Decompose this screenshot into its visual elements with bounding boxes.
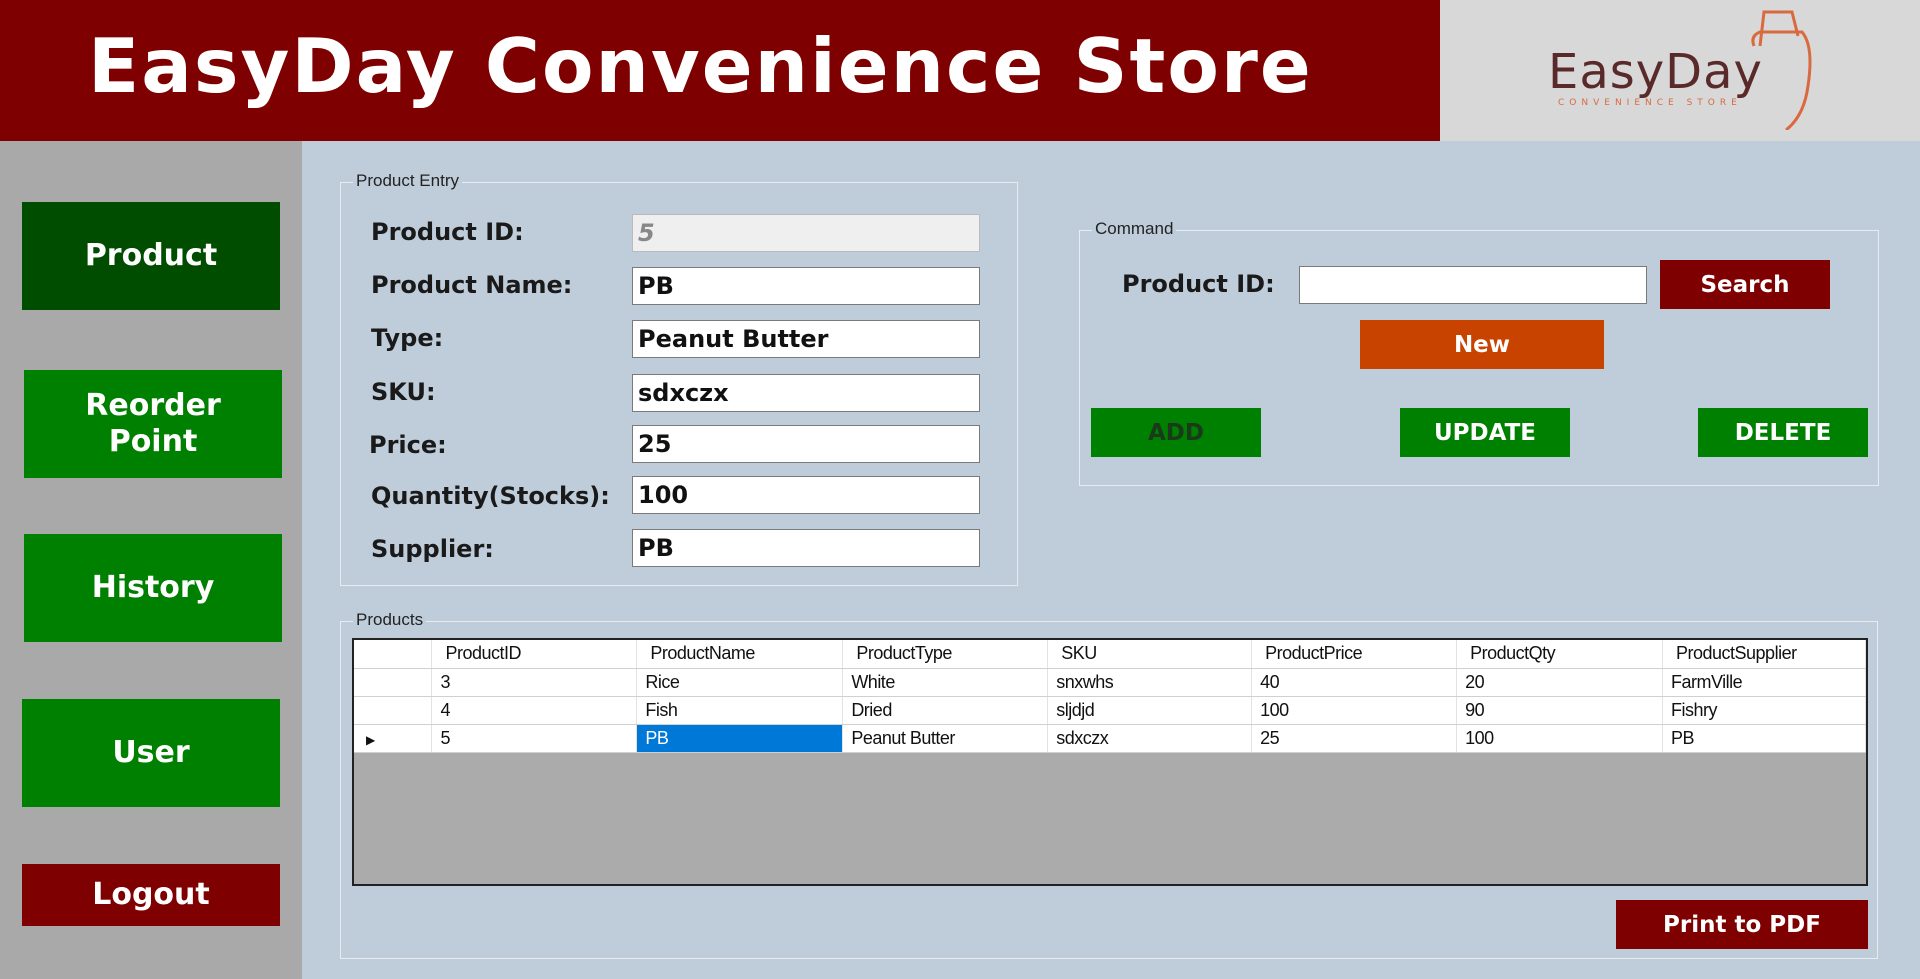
table-cell-selected[interactable]: PB [636, 724, 844, 753]
table-row[interactable]: 3 Rice White snxwhs 40 20 FarmVille [354, 668, 1866, 697]
column-header[interactable]: ProductID [431, 640, 638, 669]
table-cell[interactable]: FarmVille [1662, 668, 1866, 697]
quantity-field[interactable] [632, 476, 980, 514]
type-label: Type: [371, 324, 444, 352]
print-to-pdf-button[interactable]: Print to PDF [1616, 900, 1868, 949]
logout-button[interactable]: Logout [22, 864, 280, 926]
supplier-label: Supplier: [371, 535, 494, 563]
table-cell[interactable]: 100 [1251, 696, 1458, 725]
table-cell[interactable]: snxwhs [1047, 668, 1253, 697]
type-field[interactable] [632, 320, 980, 358]
product-id-label: Product ID: [371, 218, 524, 246]
table-cell[interactable]: 100 [1456, 724, 1663, 753]
table-cell[interactable]: 20 [1456, 668, 1663, 697]
column-header[interactable]: SKU [1047, 640, 1253, 669]
product-name-field[interactable] [632, 267, 980, 305]
logo-text: EasyDay [1548, 44, 1763, 100]
product-name-label: Product Name: [371, 271, 573, 299]
table-cell[interactable]: 3 [431, 668, 638, 697]
column-header[interactable]: ProductType [842, 640, 1049, 669]
price-field[interactable] [632, 425, 980, 463]
logo-subtext: CONVENIENCE STORE [1558, 98, 1742, 108]
table-cell[interactable]: 4 [431, 696, 638, 725]
table-cell[interactable]: Dried [842, 696, 1049, 725]
quantity-label: Quantity(Stocks): [371, 482, 610, 510]
products-table[interactable]: ProductID ProductName ProductType SKU Pr… [352, 638, 1868, 886]
table-header-row: ProductID ProductName ProductType SKU Pr… [354, 640, 1866, 669]
table-cell[interactable]: White [842, 668, 1049, 697]
logo: EasyDay CONVENIENCE STORE [1440, 0, 1920, 141]
sidebar-item-reorder-point[interactable]: Reorder Point [24, 370, 282, 478]
column-header[interactable]: ProductSupplier [1662, 640, 1866, 669]
table-cell[interactable]: Peanut Butter [842, 724, 1049, 753]
table-cell[interactable]: Fishry [1662, 696, 1866, 725]
products-table-grid: ProductID ProductName ProductType SKU Pr… [354, 640, 1866, 753]
search-product-id-label: Product ID: [1122, 270, 1275, 298]
add-button[interactable]: ADD [1091, 408, 1261, 457]
command-group-label: Command [1092, 219, 1177, 239]
sidebar-item-user[interactable]: User [22, 699, 280, 807]
row-header[interactable]: ▶ [354, 724, 433, 753]
app-header: EasyDay Convenience Store [0, 0, 1440, 141]
delete-button[interactable]: DELETE [1698, 408, 1868, 457]
update-button[interactable]: UPDATE [1400, 408, 1570, 457]
sku-label: SKU: [371, 378, 436, 406]
table-cell[interactable]: 90 [1456, 696, 1663, 725]
table-cell[interactable]: sljdjd [1047, 696, 1253, 725]
sidebar: Product Reorder Point History User Logou… [0, 141, 302, 979]
table-cell[interactable]: Fish [636, 696, 844, 725]
table-cell[interactable]: PB [1662, 724, 1866, 753]
sidebar-item-product[interactable]: Product [22, 202, 280, 310]
sku-field[interactable] [632, 374, 980, 412]
product-entry-group-label: Product Entry [353, 171, 462, 191]
search-button[interactable]: Search [1660, 260, 1830, 309]
column-header[interactable]: ProductName [636, 640, 844, 669]
row-header[interactable] [354, 696, 433, 725]
table-cell[interactable]: 5 [431, 724, 638, 753]
table-row[interactable]: 4 Fish Dried sljdjd 100 90 Fishry [354, 696, 1866, 725]
product-id-field[interactable] [632, 214, 980, 252]
column-header[interactable]: ProductQty [1456, 640, 1663, 669]
table-cell[interactable]: 40 [1251, 668, 1458, 697]
column-header[interactable]: ProductPrice [1251, 640, 1458, 669]
app-title: EasyDay Convenience Store [88, 22, 1313, 110]
price-label: Price: [369, 431, 447, 459]
sidebar-item-history[interactable]: History [24, 534, 282, 642]
current-row-arrow-icon: ▶ [366, 732, 375, 747]
table-row-selected[interactable]: ▶ 5 PB Peanut Butter sdxczx 25 100 PB [354, 724, 1866, 753]
supplier-field[interactable] [632, 529, 980, 567]
row-header[interactable] [354, 668, 433, 697]
row-header-corner [354, 640, 433, 669]
table-cell[interactable]: Rice [636, 668, 844, 697]
new-button[interactable]: New [1360, 320, 1604, 369]
table-cell[interactable]: sdxczx [1047, 724, 1253, 753]
products-group-label: Products [353, 610, 427, 630]
search-input[interactable] [1299, 266, 1647, 304]
table-cell[interactable]: 25 [1251, 724, 1458, 753]
